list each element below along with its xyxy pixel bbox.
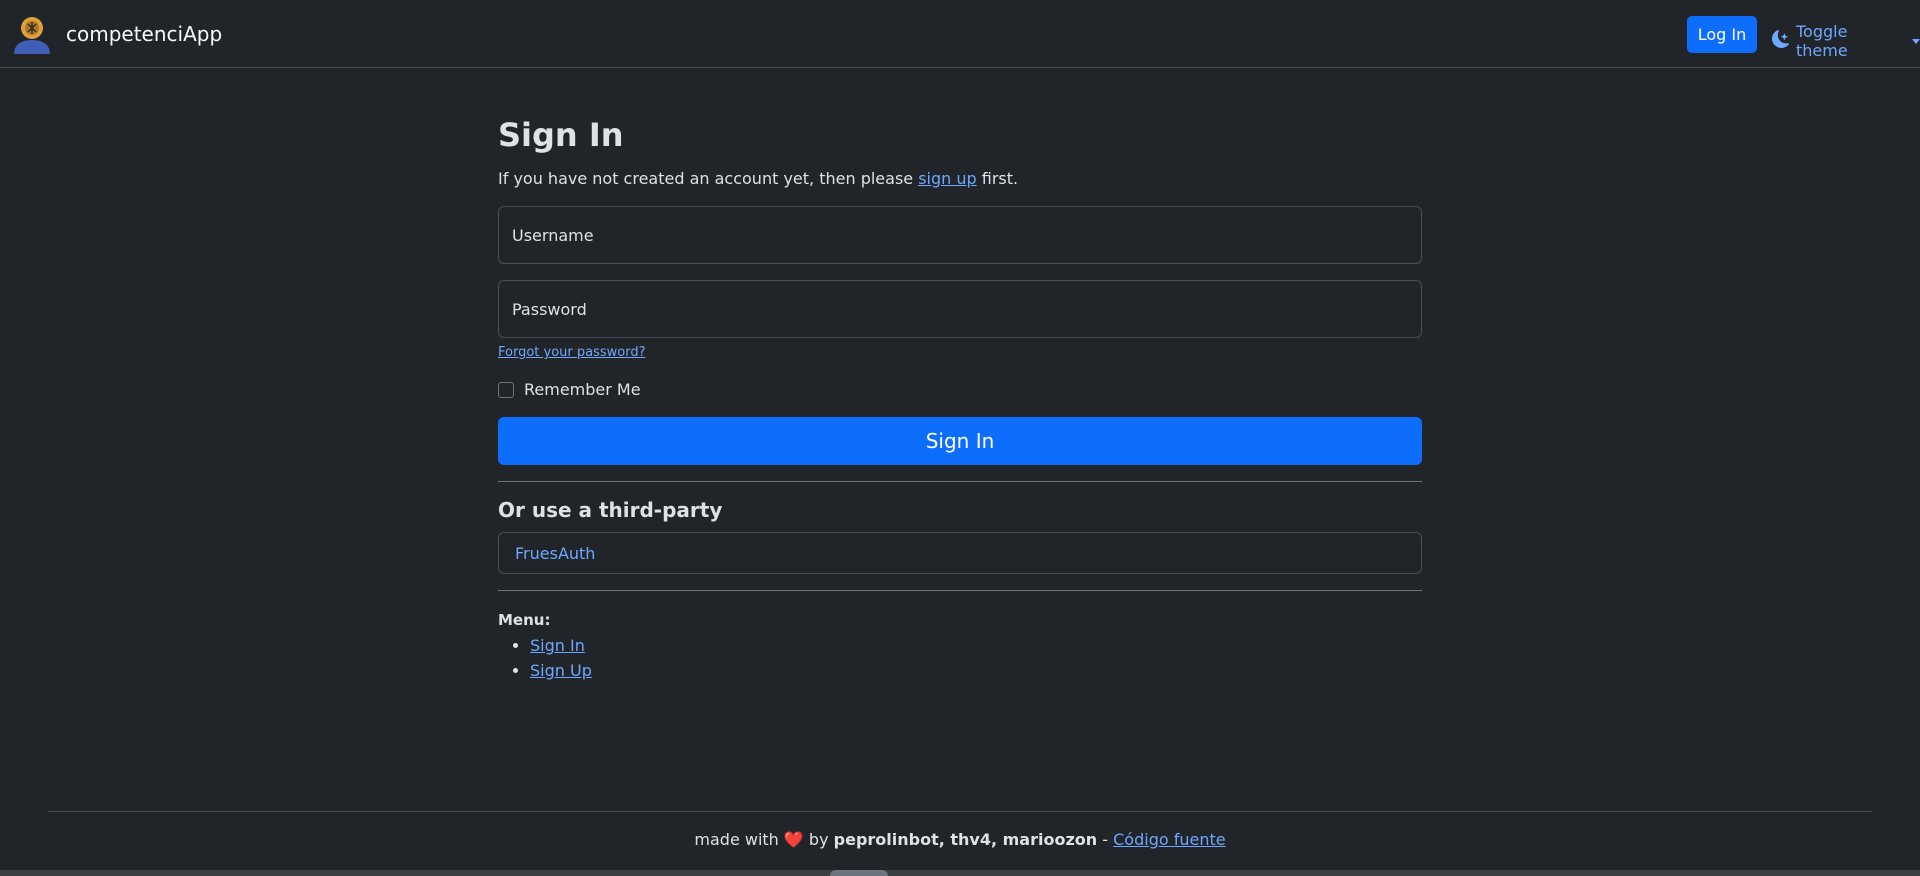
divider [498,481,1422,482]
toggle-theme-dropdown[interactable]: Toggle theme [1772,22,1920,60]
toggle-theme-label: Toggle theme [1796,22,1848,60]
username-input[interactable] [499,207,1421,263]
remember-me-label: Remember Me [524,380,641,399]
heart-icon: ❤️ [783,830,804,849]
menu-list: Sign In Sign Up [498,633,1422,683]
brand-name: competenciApp [66,22,223,46]
sign-up-link[interactable]: sign up [918,169,976,188]
sign-in-section: Sign In If you have not created an accou… [498,110,1422,683]
password-field[interactable] [498,280,1422,338]
brand-link[interactable]: competenciApp [12,14,222,54]
menu-sign-in-link[interactable]: Sign In [530,636,585,655]
page-title: Sign In [498,116,624,154]
password-input[interactable] [499,281,1421,337]
divider [498,590,1422,591]
intro-text: If you have not created an account yet, … [498,168,1422,190]
moon-icon [1772,30,1790,52]
intro-text-before: If you have not created an account yet, … [498,169,919,188]
provider-label: FruesAuth [515,543,596,563]
log-in-button[interactable]: Log In [1687,16,1757,53]
remember-me-row[interactable]: Remember Me [498,380,1422,399]
sign-in-button[interactable]: Sign In [498,417,1422,465]
fruesauth-provider-button[interactable]: FruesAuth [498,532,1422,574]
third-party-title: Or use a third-party [498,498,723,522]
list-item: Sign Up [530,658,1422,683]
footer-made-with: made with [694,830,779,849]
intro-text-after: first. [976,169,1019,188]
footer: made with ❤️ by peprolinbot, thv4, mario… [0,830,1920,849]
source-code-link[interactable]: Código fuente [1113,830,1225,849]
top-navbar: competenciApp Log In Toggle theme [0,0,1920,68]
footer-divider [48,811,1872,812]
remember-me-checkbox[interactable] [498,381,514,398]
footer-dash: - [1102,830,1109,849]
footer-by: by [808,830,829,849]
scroll-handle[interactable] [830,870,888,876]
list-item: Sign In [530,633,1422,658]
menu-sign-up-link[interactable]: Sign Up [530,661,592,680]
forgot-password-link[interactable]: Forgot your password? [498,345,646,360]
bottom-scroll-area [0,870,1920,876]
chevron-down-icon [1912,38,1920,44]
menu-title: Menu: [498,611,551,629]
username-field[interactable] [498,206,1422,264]
footer-authors: peprolinbot, thv4, marioozon [833,830,1098,849]
avatar-icon [12,14,52,54]
